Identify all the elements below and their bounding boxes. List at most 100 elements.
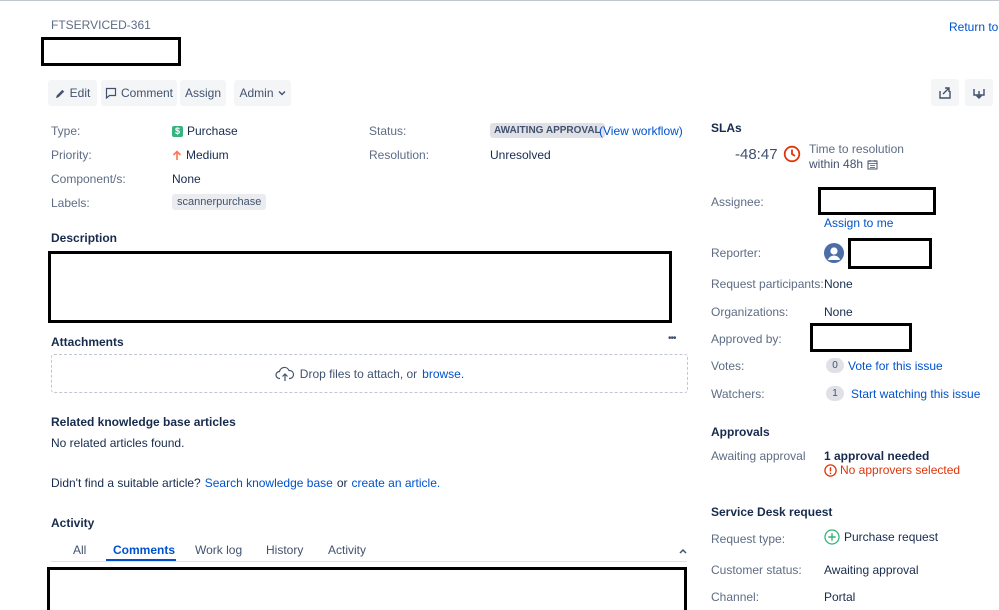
issue-summary-redacted <box>41 37 181 66</box>
description-redacted <box>48 251 672 323</box>
tabs-divider <box>51 561 687 562</box>
plus-circle-icon <box>824 529 840 545</box>
tab-comments[interactable]: Comments <box>113 543 175 557</box>
reporter-label: Reporter: <box>711 246 762 260</box>
assignee-label: Assignee: <box>711 195 764 209</box>
assign-button[interactable]: Assign <box>180 80 226 106</box>
clock-icon <box>783 145 801 163</box>
tab-all[interactable]: All <box>73 543 86 557</box>
tab-work-log[interactable]: Work log <box>195 543 242 557</box>
chevron-down-icon <box>278 89 286 97</box>
comment-icon <box>105 87 117 99</box>
kb-empty-text: No related articles found. <box>51 436 185 450</box>
admin-button-label: Admin <box>239 86 274 100</box>
label-tag[interactable]: scannerpurchase <box>172 194 267 210</box>
search-kb-link[interactable]: Search knowledge base <box>205 476 333 490</box>
comment-button-label: Comment <box>120 86 173 100</box>
approved-by-redacted <box>810 323 912 352</box>
reporter-redacted <box>848 238 932 269</box>
assign-button-label: Assign <box>184 86 222 100</box>
watchers-count-badge: 1 <box>826 386 844 401</box>
priority-value: Medium <box>172 148 229 162</box>
resolution-label: Resolution: <box>369 148 430 162</box>
approvers-warning-text: No approvers selected <box>840 463 961 477</box>
pencil-icon <box>55 88 66 99</box>
kb-heading: Related knowledge base articles <box>51 415 236 429</box>
share-icon <box>938 86 952 100</box>
type-label: Type: <box>51 124 81 138</box>
status-label: Status: <box>369 124 407 138</box>
comment-redacted <box>47 567 687 610</box>
assign-to-me-link[interactable]: Assign to me <box>824 216 893 230</box>
customer-status-value: Awaiting approval <box>824 563 919 577</box>
kb-prompt-text: Didn't find a suitable article? <box>51 476 201 490</box>
organizations-value: None <box>824 305 853 319</box>
votes-count-badge: 0 <box>826 358 844 373</box>
sla-goal: within 48h <box>809 157 878 171</box>
request-type-text: Purchase request <box>844 530 939 544</box>
collapse-activity-button[interactable] <box>679 548 687 554</box>
resolution-value: Unresolved <box>490 148 551 162</box>
export-icon <box>972 86 986 100</box>
arrow-up-icon <box>172 149 182 161</box>
service-desk-heading: Service Desk request <box>711 505 833 519</box>
activity-heading: Activity <box>51 516 95 530</box>
active-tab-indicator <box>106 559 176 561</box>
organizations-label: Organizations: <box>711 305 789 319</box>
type-value: $ Purchase <box>172 124 238 138</box>
admin-dropdown-button[interactable]: Admin <box>234 80 291 106</box>
channel-label: Channel: <box>711 590 760 604</box>
kb-prompt-line: Didn't find a suitable article? Search k… <box>51 476 440 490</box>
description-heading: Description <box>51 231 118 245</box>
vote-link[interactable]: Vote for this issue <box>848 359 943 373</box>
labels-label: Labels: <box>51 196 90 210</box>
share-button[interactable] <box>931 79 959 106</box>
watch-link[interactable]: Start watching this issue <box>851 387 980 401</box>
tab-history[interactable]: History <box>266 543 303 557</box>
comment-button[interactable]: Comment <box>101 80 177 106</box>
attachment-dropzone[interactable]: Drop files to attach, or browse. <box>51 354 688 393</box>
approved-by-label: Approved by: <box>711 332 782 346</box>
issue-key[interactable]: FTSERVICED-361 <box>51 18 151 32</box>
top-border <box>0 0 999 1</box>
sla-name: Time to resolution <box>809 142 904 156</box>
approvals-needed: 1 approval needed <box>824 449 930 463</box>
components-value: None <box>172 172 201 186</box>
dropzone-text: Drop files to attach, or <box>299 366 418 381</box>
priority-text: Medium <box>186 148 229 162</box>
tab-activity[interactable]: Activity <box>328 543 366 557</box>
participants-label: Request participants: <box>711 277 824 291</box>
error-icon <box>824 463 837 477</box>
edit-button[interactable]: Edit <box>48 80 97 106</box>
type-text: Purchase <box>187 124 238 138</box>
sla-goal-text: within 48h <box>809 157 864 171</box>
cloud-upload-icon <box>275 366 295 382</box>
return-to-search-link[interactable]: Return to s <box>949 20 999 34</box>
priority-label: Priority: <box>51 148 92 162</box>
approval-status-label: Awaiting approval <box>711 449 806 463</box>
participants-value: None <box>824 277 853 291</box>
request-type-label: Request type: <box>711 532 786 546</box>
purchase-icon: $ <box>172 125 183 137</box>
view-workflow-link[interactable]: (View workflow) <box>599 124 683 138</box>
assignee-redacted <box>818 187 936 215</box>
export-button[interactable] <box>965 79 993 106</box>
customer-status-label: Customer status: <box>711 563 802 577</box>
user-avatar-icon <box>824 243 844 263</box>
votes-label: Votes: <box>711 359 745 373</box>
watchers-label: Watchers: <box>711 387 765 401</box>
slas-heading: SLAs <box>711 121 742 135</box>
kb-or-text: or <box>336 476 348 490</box>
status-lozenge: AWAITING APPROVAL <box>490 123 605 138</box>
attachments-heading: Attachments <box>51 335 124 349</box>
calendar-icon <box>867 159 878 170</box>
browse-link[interactable]: browse. <box>422 367 464 381</box>
attachments-more-button[interactable]: ••• <box>668 333 676 344</box>
sla-remaining-time: -48:47 <box>735 146 778 163</box>
request-type-value: Purchase request <box>824 529 938 545</box>
channel-value: Portal <box>824 590 856 604</box>
approvals-heading: Approvals <box>711 425 770 439</box>
create-article-link[interactable]: create an article. <box>351 476 440 490</box>
approvers-warning: No approvers selected <box>824 463 960 477</box>
edit-button-label: Edit <box>69 86 91 100</box>
